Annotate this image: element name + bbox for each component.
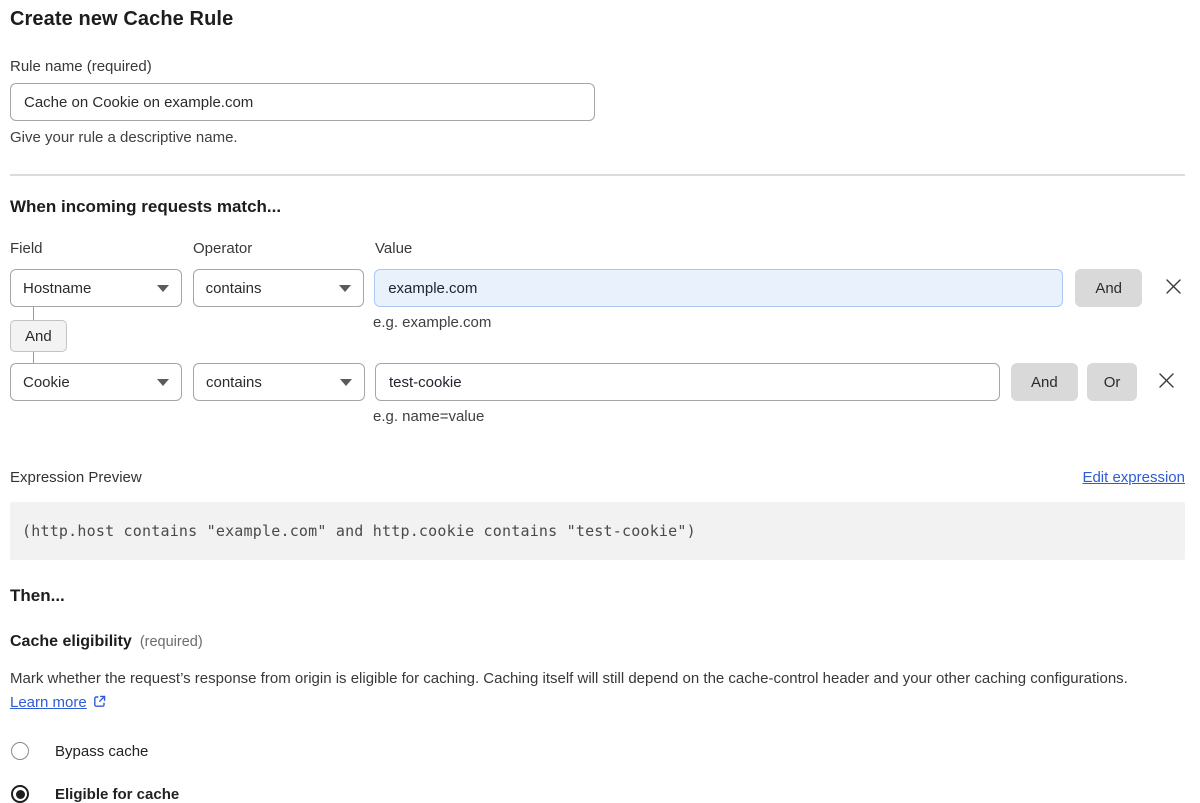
radio-label: Bypass cache (55, 743, 148, 760)
field-select-1[interactable]: Hostname (10, 269, 182, 307)
chevron-down-icon (157, 379, 169, 386)
expression-preview-box: (http.host contains "example.com" and ht… (10, 502, 1185, 560)
field-column-label: Field (10, 240, 193, 257)
radio-unselected-icon (11, 742, 29, 760)
connector-and-button[interactable]: And (10, 320, 67, 352)
rule-name-helper: Give your rule a descriptive name. (10, 129, 1185, 146)
value-input-1[interactable] (374, 269, 1063, 307)
field-select-2-value: Cookie (23, 374, 70, 391)
page-title: Create new Cache Rule (10, 8, 1185, 31)
expression-preview-header: Expression Preview Edit expression (10, 469, 1185, 486)
learn-more-link[interactable]: Learn more (10, 694, 87, 711)
field-select-2[interactable]: Cookie (10, 363, 182, 401)
edit-expression-link[interactable]: Edit expression (1082, 469, 1185, 486)
rule-name-label: Rule name (required) (10, 58, 1185, 75)
add-or-condition-button-2[interactable]: Or (1087, 363, 1138, 401)
required-note: (required) (140, 634, 203, 650)
close-icon (1157, 371, 1176, 393)
then-section-heading: Then... (10, 586, 1185, 606)
operator-select-1[interactable]: contains (193, 269, 365, 307)
close-icon (1164, 277, 1183, 299)
operator-select-2-value: contains (206, 374, 262, 391)
condition-row-1: Hostname contains And (10, 269, 1185, 307)
remove-condition-button-2[interactable] (1155, 363, 1178, 401)
radio-label: Eligible for cache (55, 786, 179, 803)
operator-select-2[interactable]: contains (193, 363, 365, 401)
operator-select-1-value: contains (206, 280, 262, 297)
radio-selected-icon (11, 785, 29, 803)
cache-eligibility-description: Mark whether the request’s response from… (10, 667, 1162, 717)
condition-row-2: Cookie contains And Or (10, 363, 1185, 401)
match-section-heading: When incoming requests match... (10, 197, 1185, 217)
operator-column-label: Operator (193, 240, 375, 257)
radio-option-bypass-cache[interactable]: Bypass cache (10, 742, 1185, 760)
field-select-1-value: Hostname (23, 280, 91, 297)
expression-code: (http.host contains "example.com" and ht… (22, 522, 696, 540)
condition-connector-area: And e.g. example.com (10, 307, 1185, 363)
expression-preview-label: Expression Preview (10, 469, 142, 486)
value-hint-2: e.g. name=value (373, 408, 1185, 425)
radio-option-eligible-for-cache[interactable]: Eligible for cache (10, 785, 1185, 803)
external-link-icon (92, 693, 107, 717)
condition-column-labels: Field Operator Value (10, 240, 1185, 257)
chevron-down-icon (339, 285, 351, 292)
add-and-condition-button-2[interactable]: And (1011, 363, 1078, 401)
cache-eligibility-heading-row: Cache eligibility (required) (10, 633, 1185, 651)
section-divider (10, 174, 1185, 176)
rule-name-input[interactable] (10, 83, 595, 121)
cache-eligibility-heading: Cache eligibility (10, 633, 132, 651)
add-and-condition-button-1[interactable]: And (1075, 269, 1142, 307)
chevron-down-icon (157, 285, 169, 292)
value-column-label: Value (375, 240, 412, 257)
radio-dot (16, 790, 25, 799)
remove-condition-button-1[interactable] (1162, 269, 1185, 307)
cache-description-text: Mark whether the request’s response from… (10, 670, 1128, 687)
value-hint-1: e.g. example.com (373, 314, 491, 331)
value-input-2[interactable] (375, 363, 1000, 401)
chevron-down-icon (340, 379, 352, 386)
